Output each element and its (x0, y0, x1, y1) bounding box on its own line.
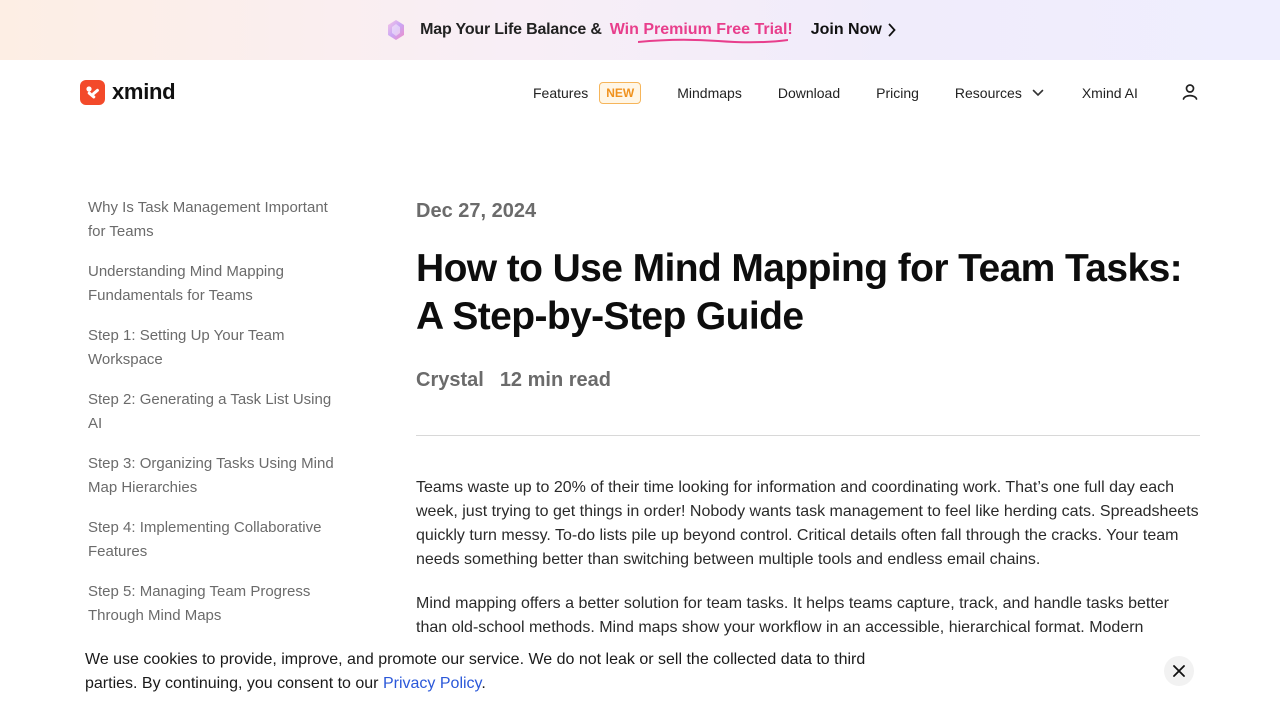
toc-item[interactable]: Step 2: Generating a Task List Using AI (88, 388, 338, 436)
toc-item[interactable]: Why Is Task Management Important for Tea… (88, 196, 338, 244)
chevron-down-icon[interactable] (1032, 89, 1044, 97)
cookie-banner: We use cookies to provide, improve, and … (0, 638, 1280, 720)
article-author[interactable]: Crystal (416, 367, 484, 393)
close-cookie-button[interactable] (1164, 656, 1194, 686)
toc-item[interactable]: Understanding Mind Mapping Fundamentals … (88, 260, 338, 308)
logo-text: xmind (112, 79, 176, 104)
article-title: How to Use Mind Mapping for Team Tasks: … (416, 247, 1183, 338)
cookie-suffix: . (481, 675, 486, 692)
nav-download[interactable]: Download (778, 85, 840, 101)
promo-highlight: Win Premium Free Trial! (609, 21, 793, 44)
join-now-link[interactable]: Join Now (811, 21, 896, 39)
article: Dec 27, 2024 How to Use Mind Mapping for… (416, 196, 1200, 640)
article-paragraph: Mind mapping offers a better solution fo… (416, 595, 1169, 636)
article-read-time: 12 min read (499, 369, 611, 391)
new-badge: NEW (599, 82, 642, 104)
article-date: Dec 27, 2024 (416, 200, 537, 222)
nav-mindmaps[interactable]: Mindmaps (677, 85, 742, 101)
main-nav: Features NEW Mindmaps Download Pricing R… (533, 80, 1138, 106)
user-icon[interactable] (1180, 82, 1200, 102)
nav-xmind-ai[interactable]: Xmind AI (1082, 85, 1138, 101)
privacy-policy-link[interactable]: Privacy Policy (383, 675, 481, 692)
toc-item[interactable]: Step 1: Setting Up Your Team Workspace (88, 324, 338, 372)
nav-features[interactable]: Features (533, 85, 588, 101)
toc-item[interactable]: Step 5: Managing Team Progress Through M… (88, 580, 338, 628)
promo-banner[interactable]: Map Your Life Balance & Win Premium Free… (0, 0, 1280, 60)
gem-icon (384, 18, 408, 42)
cookie-message: We use cookies to provide, improve, and … (85, 648, 905, 696)
xmind-logo-icon (80, 79, 105, 105)
squiggle-underline-icon (637, 38, 788, 44)
article-paragraph: Teams waste up to 20% of their time look… (416, 479, 1199, 568)
join-now-label: Join Now (810, 21, 882, 38)
chevron-right-icon (888, 23, 896, 37)
article-meta: Crystal 12 min read (416, 367, 1200, 393)
nav-resources[interactable]: Resources (955, 85, 1022, 101)
divider (416, 435, 1200, 436)
site-header: xmind Features NEW Mindmaps Download Pri… (0, 60, 1280, 124)
promo-highlight-text: Win Premium Free Trial! (609, 21, 793, 38)
xmind-logo[interactable]: xmind (80, 79, 176, 105)
promo-text: Map Your Life Balance & (420, 21, 602, 38)
toc-item[interactable]: Step 3: Organizing Tasks Using Mind Map … (88, 452, 338, 500)
table-of-contents: Why Is Task Management Important for Tea… (88, 196, 338, 644)
close-icon (1173, 665, 1185, 677)
nav-pricing[interactable]: Pricing (876, 85, 919, 101)
toc-item[interactable]: Step 4: Implementing Collaborative Featu… (88, 516, 338, 564)
